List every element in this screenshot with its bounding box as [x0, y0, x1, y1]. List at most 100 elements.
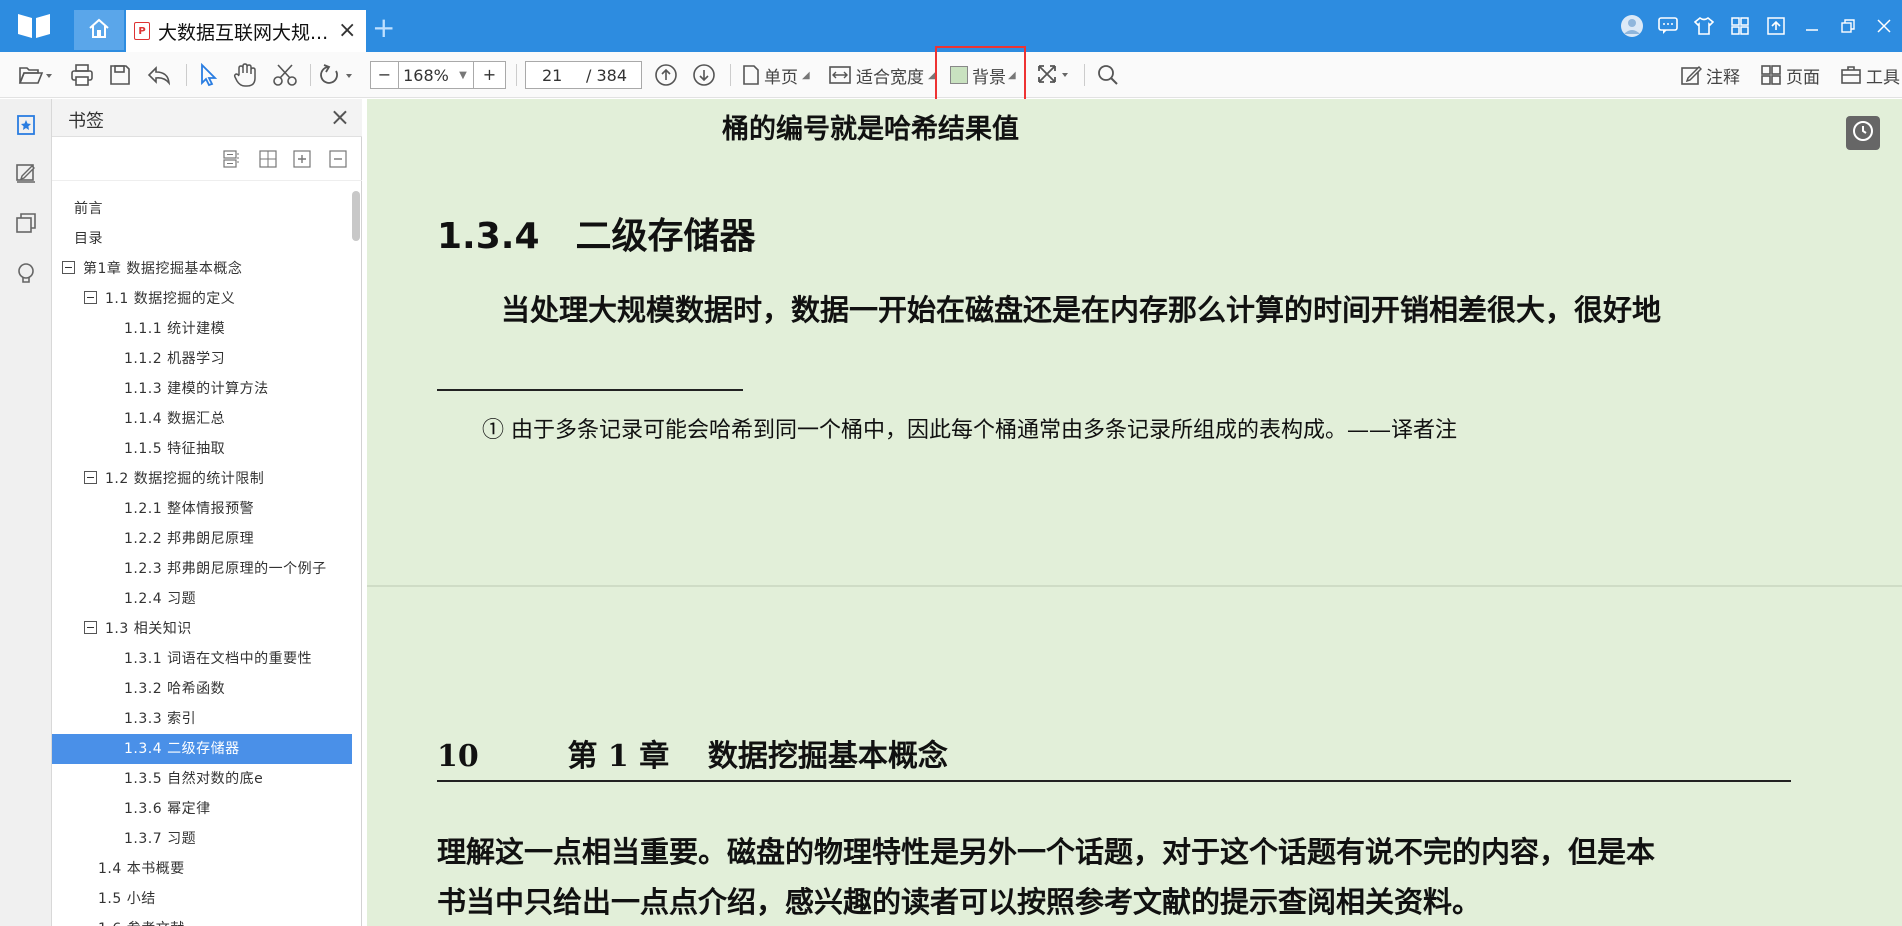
collapse-all-icon[interactable]	[222, 149, 242, 169]
bookmark-label: 1.1.1 统计建模	[124, 321, 226, 337]
bookmark-item[interactable]: 1.1.3 建模的计算方法	[52, 374, 352, 404]
previous-page-button[interactable]	[654, 58, 678, 92]
collapse-toggle-icon[interactable]	[84, 620, 97, 634]
close-panel-button[interactable]: ×	[330, 105, 350, 129]
left-sidebar-strip	[0, 99, 52, 926]
bookmark-item[interactable]: 前言	[52, 194, 352, 224]
single-page-button[interactable]: 单页 ◢	[742, 58, 810, 92]
bookmark-item[interactable]: 1.3.2 哈希函数	[52, 674, 352, 704]
bookmark-item[interactable]: 1.2.4 习题	[52, 584, 352, 614]
zoom-dropdown-icon[interactable]: ▼	[453, 70, 473, 81]
bookmark-item[interactable]: 目录	[52, 224, 352, 254]
save-button[interactable]	[108, 58, 132, 92]
bookmark-item[interactable]: 1.2.2 邦弗朗尼原理	[52, 524, 352, 554]
bookmark-item[interactable]: 1.3.7 习题	[52, 824, 352, 854]
apps-grid-icon[interactable]	[1722, 0, 1758, 52]
next-page-button[interactable]	[692, 58, 716, 92]
bookmark-item[interactable]: 1.1.4 数据汇总	[52, 404, 352, 434]
undo-icon	[146, 63, 172, 87]
hint-panel-button[interactable]	[12, 261, 40, 289]
bookmark-item[interactable]: 1.2.3 邦弗朗尼原理的一个例子	[52, 554, 352, 584]
undo-button[interactable]	[146, 58, 172, 92]
bookmark-label: 1.1.4 数据汇总	[124, 411, 226, 427]
bookmark-item[interactable]: 1.1.1 统计建模	[52, 314, 352, 344]
zoom-out-button[interactable]: −	[371, 62, 399, 88]
home-icon	[87, 17, 111, 43]
toolbar-separator	[186, 64, 187, 86]
skin-icon[interactable]	[1686, 0, 1722, 52]
thumbnail-panel-button[interactable]	[12, 211, 40, 239]
pdf-file-icon: P	[134, 22, 150, 40]
search-button[interactable]	[1096, 58, 1120, 92]
user-avatar-icon[interactable]	[1614, 0, 1650, 52]
new-tab-button[interactable]: +	[372, 12, 395, 44]
bookmark-item[interactable]: 1.3.1 词语在文档中的重要性	[52, 644, 352, 674]
message-icon[interactable]	[1650, 0, 1686, 52]
running-page-number: 10	[437, 739, 479, 774]
tools-button[interactable]: 工具	[1840, 58, 1900, 92]
bookmark-item[interactable]: 1.3 相关知识	[52, 614, 352, 644]
expand-all-icon[interactable]	[258, 149, 278, 169]
fit-width-label: 适合宽度	[856, 67, 924, 88]
doc-paragraph: 书当中只给出一点点介绍，感兴趣的读者可以按照参考文献的提示查阅相关资料。	[437, 885, 1482, 919]
hand-tool-button[interactable]	[232, 58, 258, 92]
bookmark-item[interactable]: 1.1 数据挖掘的定义	[52, 284, 352, 314]
zoom-level-field[interactable]: 168%	[399, 66, 453, 85]
annotation-panel-button[interactable]	[12, 161, 40, 189]
bookmark-item[interactable]: 1.3.4 二级存储器	[52, 734, 352, 764]
document-tab[interactable]: P 大数据互联网大规... ×	[126, 10, 366, 52]
upload-icon[interactable]	[1758, 0, 1794, 52]
open-file-button[interactable]	[18, 58, 52, 92]
toolbar-separator	[310, 64, 311, 86]
zoom-in-button[interactable]: +	[473, 62, 505, 88]
bookmark-item[interactable]: 1.5 小结	[52, 884, 352, 914]
collapse-toggle-icon[interactable]	[62, 260, 75, 274]
close-tab-button[interactable]: ×	[338, 20, 356, 42]
bookmark-item[interactable]: 1.3.3 索引	[52, 704, 352, 734]
annotate-button[interactable]: 注释	[1680, 58, 1740, 92]
history-button[interactable]	[1846, 116, 1880, 150]
cut-tool-button[interactable]	[272, 58, 298, 92]
page-view-button[interactable]: 页面	[1760, 58, 1820, 92]
annotate-label: 注释	[1706, 67, 1740, 88]
bookmark-item[interactable]: 1.3.5 自然对数的底e	[52, 764, 352, 794]
collapse-toggle-icon[interactable]	[84, 290, 97, 304]
restore-icon[interactable]	[1830, 0, 1866, 52]
bookmark-item[interactable]: 1.1.5 特征抽取	[52, 434, 352, 464]
minimize-icon[interactable]	[1794, 0, 1830, 52]
rotate-icon	[318, 63, 354, 87]
bookmark-label: 1.3.4 二级存储器	[124, 741, 240, 757]
bookmark-item[interactable]: 第1章 数据挖掘基本概念	[52, 254, 352, 284]
bookmark-item[interactable]: 1.6 参考文献	[52, 914, 352, 926]
collapse-toggle-icon[interactable]	[84, 470, 97, 484]
fit-width-button[interactable]: 适合宽度 ◢	[828, 58, 936, 92]
bookmark-label: 1.3.1 词语在文档中的重要性	[124, 651, 313, 667]
bookmark-label: 1.2.4 习题	[124, 591, 197, 607]
arrow-up-circle-icon	[654, 63, 678, 87]
bookmark-scrollbar[interactable]	[352, 191, 360, 241]
close-window-icon[interactable]	[1866, 0, 1902, 52]
bookmark-label: 1.3.5 自然对数的底e	[124, 771, 264, 787]
bookmark-label: 1.3.7 习题	[124, 831, 197, 847]
bookmark-item[interactable]: 1.2 数据挖掘的统计限制	[52, 464, 352, 494]
current-page-field[interactable]: 21	[542, 66, 572, 85]
print-button[interactable]	[70, 58, 94, 92]
page-separator	[367, 585, 1902, 587]
rotate-button[interactable]	[318, 58, 354, 92]
bookmark-item[interactable]: 1.2.1 整体情报预警	[52, 494, 352, 524]
bookmark-item[interactable]: 1.4 本书概要	[52, 854, 352, 884]
bookmark-item[interactable]: 1.1.2 机器学习	[52, 344, 352, 374]
document-view: 桶的编号就是哈希结果值 1.3.4 二级存储器 当处理大规模数据时，数据一开始在…	[367, 99, 1902, 926]
bookmark-panel-button[interactable]	[12, 113, 40, 141]
bookmark-item[interactable]: 1.3.6 幂定律	[52, 794, 352, 824]
fullscreen-button[interactable]	[1036, 58, 1070, 92]
bookmark-label: 1.2 数据挖掘的统计限制	[105, 471, 265, 487]
single-page-label: 单页	[764, 67, 798, 88]
home-tab[interactable]	[74, 10, 124, 50]
bookmark-label: 1.1.3 建模的计算方法	[124, 381, 269, 397]
toolbar-separator	[1084, 64, 1085, 86]
remove-bookmark-icon[interactable]	[328, 149, 348, 169]
select-tool-button[interactable]	[196, 58, 220, 92]
add-bookmark-icon[interactable]	[292, 149, 312, 169]
zoom-control: − 168% ▼ +	[370, 61, 506, 89]
